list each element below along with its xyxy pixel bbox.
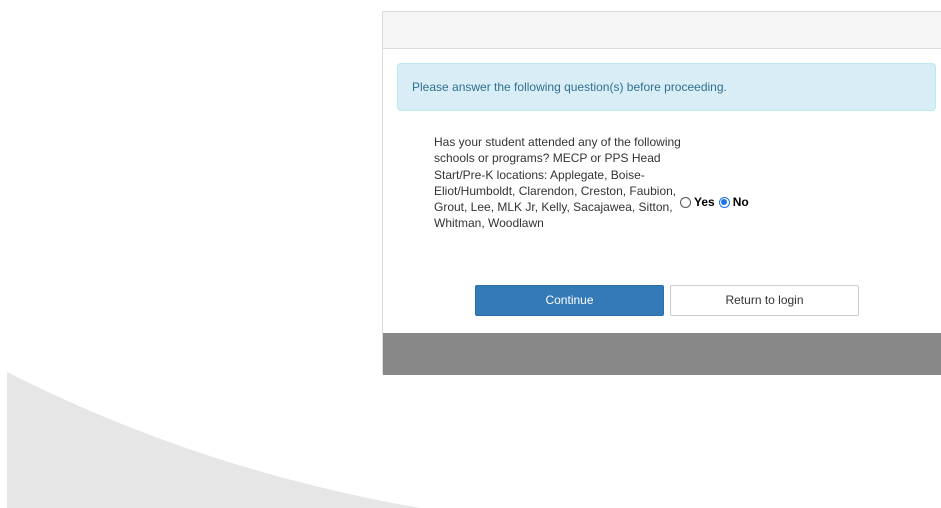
panel-header: [383, 12, 941, 49]
return-to-login-button[interactable]: Return to login: [670, 285, 859, 316]
radio-yes-label[interactable]: Yes: [694, 195, 715, 209]
question-text: Has your student attended any of the fol…: [434, 135, 681, 231]
info-alert: Please answer the following question(s) …: [397, 63, 936, 111]
answer-options: Yes No: [680, 195, 753, 209]
continue-button[interactable]: Continue: [475, 285, 664, 316]
question-panel: Please answer the following question(s) …: [382, 11, 941, 375]
panel-footer: [383, 333, 941, 375]
radio-yes[interactable]: [680, 196, 691, 208]
radio-no[interactable]: [718, 196, 730, 208]
alert-message: Please answer the following question(s) …: [412, 80, 727, 94]
radio-no-label[interactable]: No: [733, 195, 749, 209]
